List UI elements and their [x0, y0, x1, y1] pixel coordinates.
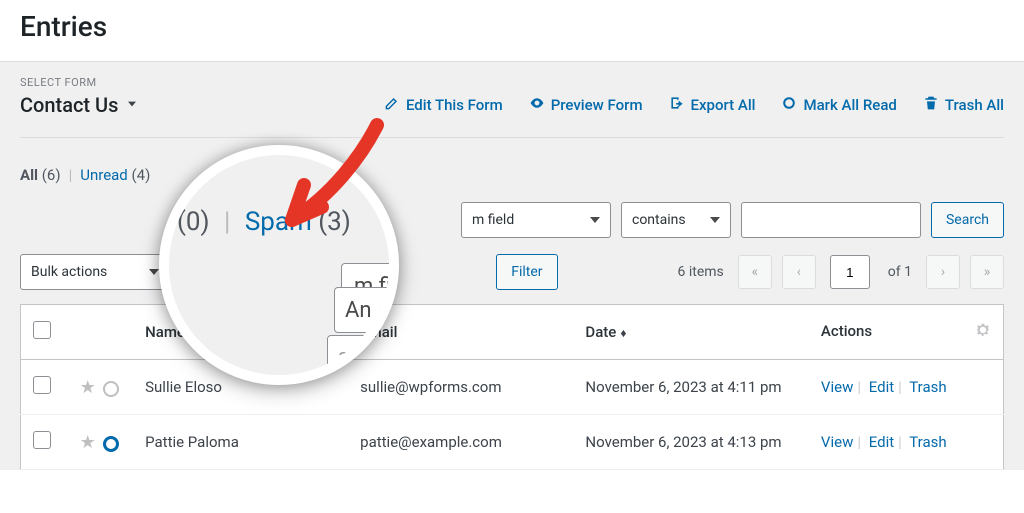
view-link[interactable]: View	[821, 433, 853, 451]
row-email: pattie@example.com	[348, 415, 573, 470]
zoom-spam-count: (3)	[318, 207, 351, 237]
status-all-link[interactable]: All	[20, 166, 38, 184]
filter-button[interactable]: Filter	[496, 254, 557, 290]
star-icon[interactable]: ★	[80, 432, 96, 453]
pagination-of-text: of 1	[888, 264, 912, 280]
form-actions: Edit This Form Preview Form Export All M…	[384, 95, 1004, 115]
edit-link[interactable]: Edit	[869, 433, 894, 451]
trash-icon	[923, 95, 939, 115]
row-actions: View| Edit| Trash	[809, 415, 1004, 470]
pagination-last-button[interactable]: »	[970, 255, 1004, 289]
status-unread-link[interactable]: Unread	[80, 166, 128, 184]
entries-table: Name Email Date♦ Actions	[20, 304, 1004, 470]
trash-link[interactable]: Trash	[909, 433, 946, 451]
form-name-text: Contact Us	[20, 93, 118, 117]
entries-page: Entries (0) | Spam (3) m field	[0, 0, 1024, 470]
pagination-prev-button[interactable]: ‹	[782, 255, 816, 289]
trash-all-link[interactable]: Trash All	[923, 95, 1004, 115]
eye-icon	[529, 95, 545, 115]
search-match-select[interactable]: contains	[621, 202, 731, 238]
star-icon[interactable]: ★	[80, 377, 96, 398]
form-selector-label: SELECT FORM	[20, 62, 1004, 89]
zoom-starred-count: (0)	[177, 207, 210, 237]
column-header-date[interactable]: Date♦	[573, 305, 809, 360]
separator: |	[224, 207, 230, 237]
export-all-link[interactable]: Export All	[669, 95, 756, 115]
search-term-input[interactable]	[741, 202, 921, 238]
row-date: November 6, 2023 at 4:11 pm	[573, 360, 809, 415]
zoom-range-fragment: ange	[327, 335, 399, 377]
select-all-checkbox[interactable]	[33, 321, 51, 339]
pagination-first-button[interactable]: «	[738, 255, 772, 289]
form-selector[interactable]: Contact Us	[20, 93, 140, 117]
export-icon	[669, 95, 685, 115]
edit-form-link[interactable]: Edit This Form	[384, 95, 503, 115]
sort-icon: ♦	[620, 326, 626, 340]
page-title: Entries	[20, 10, 1004, 43]
status-all-count: (6)	[42, 166, 61, 184]
edit-link[interactable]: Edit	[869, 378, 894, 396]
bulk-actions-select[interactable]: Bulk actions	[20, 254, 170, 290]
items-count-text: 6 items	[678, 264, 724, 280]
circle-outline-icon	[781, 95, 797, 115]
zoom-spam-link: Spam	[245, 207, 312, 237]
row-actions: View| Edit| Trash	[809, 360, 1004, 415]
status-unread-count: (4)	[132, 166, 151, 184]
separator: |	[69, 166, 73, 184]
zoom-status-text: (0) | Spam (3)	[169, 155, 351, 237]
pencil-icon	[384, 95, 400, 115]
mark-all-read-link[interactable]: Mark All Read	[781, 95, 896, 115]
toolbar-panel: (0) | Spam (3) m field An ange SELECT FO…	[0, 61, 1024, 470]
zoom-an-fragment: An	[334, 287, 394, 333]
status-filters: All (6) | Unread (4)	[20, 138, 1004, 202]
row-checkbox[interactable]	[33, 431, 51, 449]
preview-form-link[interactable]: Preview Form	[529, 95, 643, 115]
chevron-down-icon	[124, 93, 140, 117]
pagination-next-button[interactable]: ›	[926, 255, 960, 289]
pagination-page-input[interactable]	[830, 255, 870, 289]
trash-link[interactable]: Trash	[909, 378, 946, 396]
zoom-magnifier: (0) | Spam (3) m field An ange	[159, 145, 399, 385]
view-link[interactable]: View	[821, 378, 853, 396]
row-date: November 6, 2023 at 4:13 pm	[573, 415, 809, 470]
column-header-actions: Actions	[809, 305, 1004, 360]
row-checkbox[interactable]	[33, 376, 51, 394]
table-row[interactable]: ★ Sullie Eloso sullie@wpforms.com Novemb…	[21, 360, 1004, 415]
search-field-select[interactable]: m field	[461, 202, 611, 238]
search-button[interactable]: Search	[931, 202, 1004, 238]
read-indicator-icon[interactable]	[103, 381, 119, 397]
read-indicator-icon[interactable]	[103, 436, 119, 452]
row-name: Pattie Paloma	[133, 415, 348, 470]
table-row[interactable]: ★ Pattie Paloma pattie@example.com Novem…	[21, 415, 1004, 470]
gear-icon[interactable]	[975, 322, 991, 342]
